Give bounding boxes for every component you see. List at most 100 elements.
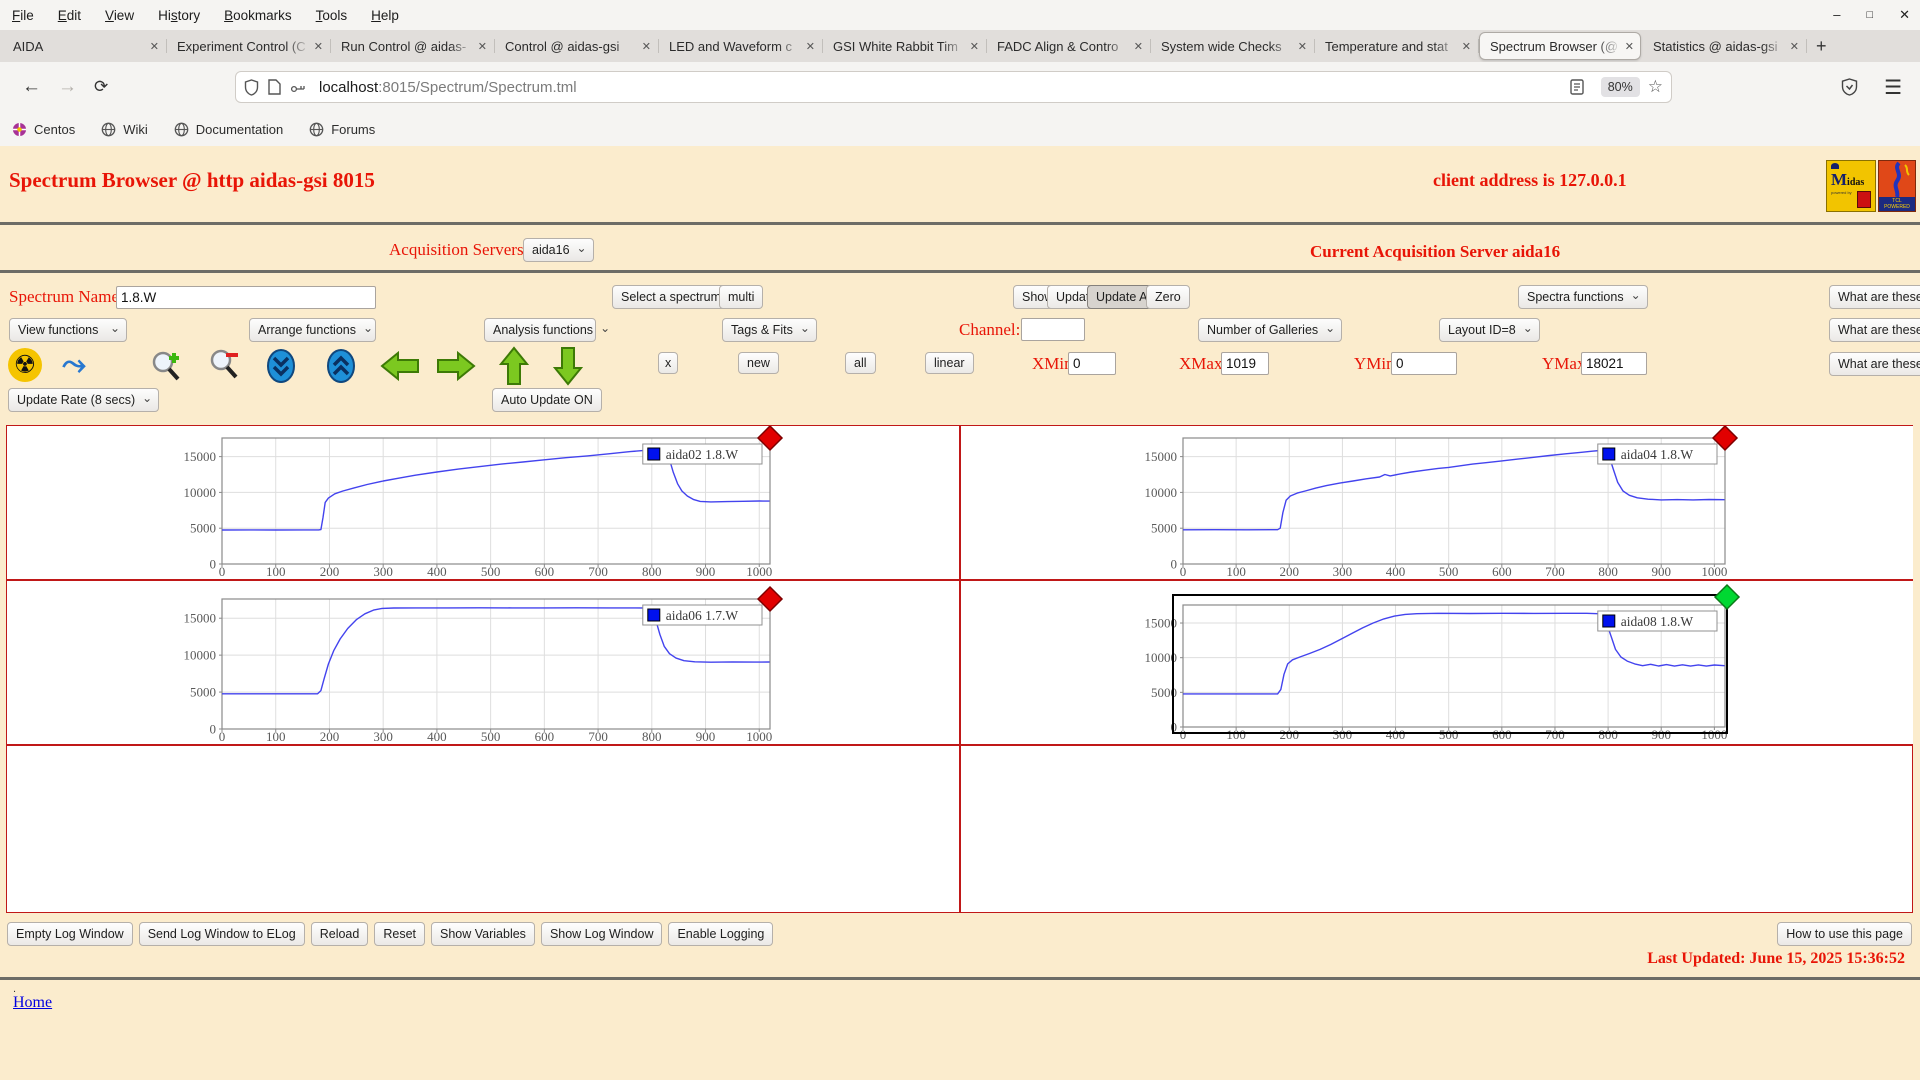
bookmark-forums[interactable]: Forums <box>309 122 375 137</box>
multi-button[interactable]: multi <box>719 285 764 309</box>
url-bar[interactable]: localhost:8015/Spectrum/Spectrum.tml 80%… <box>235 71 1672 103</box>
hamburger-menu-icon[interactable]: ☰ <box>1884 62 1902 112</box>
zoom-in-icon[interactable] <box>150 348 188 389</box>
arrange-functions-dropdown[interactable]: Arrange functions <box>249 318 376 342</box>
minimize-icon[interactable]: ‒ <box>1833 0 1840 30</box>
xmax-input[interactable] <box>1221 352 1269 375</box>
menu-help[interactable]: Help <box>359 8 411 23</box>
spectrum-name-input[interactable] <box>116 286 376 309</box>
scroll-down-icon[interactable] <box>264 348 298 389</box>
page-info-icon[interactable] <box>268 79 281 95</box>
what-are-these-button-3[interactable]: What are these? <box>1829 352 1920 376</box>
home-link[interactable]: Home <box>13 994 52 1012</box>
tab-1[interactable]: Experiment Control (C ✕ <box>167 32 331 60</box>
forward-icon[interactable]: → <box>58 62 77 112</box>
new-tab-button[interactable]: + <box>1806 36 1837 57</box>
tab-close-icon[interactable]: ✕ <box>802 40 815 53</box>
back-icon[interactable]: ← <box>22 62 41 112</box>
tab-close-icon[interactable]: ✕ <box>1621 40 1634 53</box>
x-button[interactable]: x <box>658 352 679 374</box>
what-are-these-button-2[interactable]: What are these? <box>1829 318 1920 342</box>
tags-fits-dropdown[interactable]: Tags & Fits <box>722 318 817 342</box>
tab-4[interactable]: LED and Waveform c ✕ <box>659 32 823 60</box>
move-right-icon[interactable] <box>436 350 476 387</box>
tab-close-icon[interactable]: ✕ <box>966 40 979 53</box>
linear-button[interactable]: linear <box>925 352 974 374</box>
bookmark-centos[interactable]: Centos <box>12 122 75 137</box>
tab-close-icon[interactable]: ✕ <box>1294 40 1307 53</box>
spectrum-chart-aida04[interactable]: 0 100 200 300 400 500 600 700 800 900 1000 0 5000 100… <box>961 424 1913 579</box>
tab-8[interactable]: Temperature and stat ✕ <box>1315 32 1479 60</box>
layout-id-dropdown[interactable]: Layout ID=8 <box>1439 318 1540 342</box>
xmin-input[interactable] <box>1068 352 1116 375</box>
number-of-galleries-dropdown[interactable]: Number of Galleries <box>1198 318 1343 342</box>
shield-icon[interactable] <box>244 78 259 96</box>
how-to-use-button[interactable]: How to use this page <box>1777 922 1912 946</box>
tab-2[interactable]: Run Control @ aidas- ✕ <box>331 32 495 60</box>
ymin-input[interactable] <box>1391 352 1457 375</box>
tab-9[interactable]: Spectrum Browser (@ ✕ <box>1479 32 1641 60</box>
tab-close-icon[interactable]: ✕ <box>146 40 159 53</box>
empty-gallery-cell[interactable] <box>7 746 958 912</box>
tab-10[interactable]: Statistics @ aidas-gsi ✕ <box>1643 32 1807 60</box>
bookmark-star-icon[interactable]: ☆ <box>1648 77 1663 97</box>
tab-close-icon[interactable]: ✕ <box>474 40 487 53</box>
view-functions-dropdown[interactable]: View functions <box>9 318 127 342</box>
empty-gallery-cell[interactable] <box>961 746 1913 912</box>
tab-3[interactable]: Control @ aidas-gsi ✕ <box>495 32 659 60</box>
reset-button[interactable]: Reset <box>374 922 425 946</box>
spectrum-chart-aida02[interactable]: 0 100 200 300 400 500 600 700 800 900 1000 0 5000 100… <box>7 424 958 579</box>
tab-7[interactable]: System wide Checks ✕ <box>1151 32 1315 60</box>
move-left-icon[interactable] <box>380 350 420 387</box>
empty-log-window-button[interactable]: Empty Log Window <box>7 922 133 946</box>
enable-logging-button[interactable]: Enable Logging <box>668 922 774 946</box>
menu-file[interactable]: File <box>0 8 46 23</box>
menu-edit[interactable]: Edit <box>46 8 93 23</box>
new-button[interactable]: new <box>738 352 779 374</box>
tab-close-icon[interactable]: ✕ <box>1458 40 1471 53</box>
tcl-powered-logo[interactable]: TCL POWERED <box>1878 160 1916 212</box>
zoom-level-chip[interactable]: 80% <box>1600 77 1640 97</box>
tab-close-icon[interactable]: ✕ <box>1130 40 1143 53</box>
show-log-window-button[interactable]: Show Log Window <box>540 922 663 946</box>
radiation-icon[interactable]: ☢ <box>8 348 42 382</box>
channel-input[interactable] <box>1021 318 1085 341</box>
menu-view[interactable]: View <box>93 8 146 23</box>
tab-6[interactable]: FADC Align & Contro ✕ <box>987 32 1151 60</box>
update-rate-dropdown[interactable]: Update Rate (8 secs) <box>8 388 160 412</box>
menu-history[interactable]: History <box>146 8 212 23</box>
tab-close-icon[interactable]: ✕ <box>310 40 323 53</box>
shield-check-icon[interactable] <box>1841 62 1858 112</box>
send-log-window-to-elog-button[interactable]: Send Log Window to ELog <box>138 922 305 946</box>
close-icon[interactable]: ✕ <box>1899 0 1910 30</box>
refresh-icon[interactable]: ⤳ <box>62 348 86 382</box>
permissions-key-icon[interactable] <box>290 81 306 93</box>
show-variables-button[interactable]: Show Variables <box>431 922 535 946</box>
zoom-out-icon[interactable] <box>208 348 246 389</box>
zero-button[interactable]: Zero <box>1146 285 1190 309</box>
what-are-these-button-1[interactable]: What are these? <box>1829 285 1920 309</box>
move-up-icon[interactable] <box>498 346 530 391</box>
menu-bookmarks[interactable]: Bookmarks <box>212 8 304 23</box>
menu-tools[interactable]: Tools <box>304 8 360 23</box>
reader-mode-icon[interactable] <box>1570 79 1584 95</box>
spectrum-chart-aida08-selected[interactable]: 0 100 200 300 400 500 600 700 800 900 1000 0 5000 100… <box>961 581 1913 744</box>
spectra-functions-dropdown[interactable]: Spectra functions <box>1518 285 1648 309</box>
maximize-icon[interactable]: □ <box>1866 0 1873 30</box>
scroll-up-icon[interactable] <box>324 348 358 389</box>
ymax-input[interactable] <box>1581 352 1647 375</box>
spectrum-chart-aida06[interactable]: 0 100 200 300 400 500 600 700 800 900 1000 0 5000 100… <box>7 581 958 744</box>
reload-button[interactable]: Reload <box>310 922 369 946</box>
analysis-functions-dropdown[interactable]: Analysis functions <box>484 318 596 342</box>
tab-0[interactable]: AIDA ✕ <box>3 32 167 60</box>
auto-update-button[interactable]: Auto Update ON <box>492 388 602 412</box>
acquisition-server-select[interactable]: aida16 <box>523 238 594 262</box>
all-button[interactable]: all <box>845 352 876 374</box>
tab-close-icon[interactable]: ✕ <box>1786 40 1799 53</box>
bookmark-wiki[interactable]: Wiki <box>101 122 148 137</box>
midas-logo[interactable]: Midas powered by <box>1826 160 1876 212</box>
tab-5[interactable]: GSI White Rabbit Tim ✕ <box>823 32 987 60</box>
move-down-icon[interactable] <box>552 346 584 391</box>
bookmark-documentation[interactable]: Documentation <box>174 122 283 137</box>
tab-close-icon[interactable]: ✕ <box>638 40 651 53</box>
